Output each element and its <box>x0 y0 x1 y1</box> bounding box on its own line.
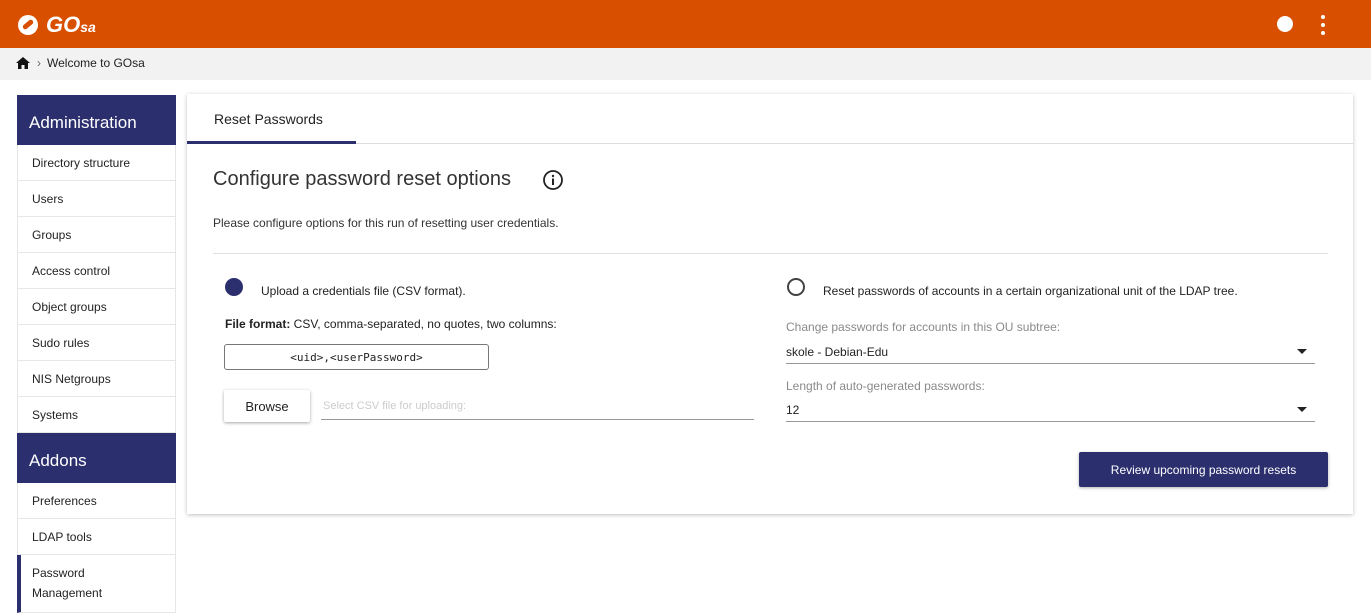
sidebar-heading-administration: Administration <box>17 95 176 145</box>
sidebar-item-sudo-rules[interactable]: Sudo rules <box>17 325 176 361</box>
info-icon[interactable] <box>542 169 564 191</box>
sidebar: Administration Directory structure Users… <box>17 95 176 613</box>
chevron-down-icon <box>1297 407 1307 412</box>
page-description: Please configure options for this run of… <box>213 216 559 230</box>
radio-upload-label[interactable]: Upload a credentials file (CSV format). <box>261 284 466 298</box>
top-bar: GO sa <box>0 0 1371 48</box>
browse-button[interactable]: Browse <box>224 390 310 422</box>
sidebar-item-users[interactable]: Users <box>17 181 176 217</box>
file-format-example: <uid>,<userPassword> <box>224 344 489 370</box>
sidebar-item-object-groups[interactable]: Object groups <box>17 289 176 325</box>
password-length-label: Length of auto-generated passwords: <box>786 379 985 393</box>
radio-reset-ou-label[interactable]: Reset passwords of accounts in a certain… <box>823 284 1238 298</box>
breadcrumb-current[interactable]: Welcome to GOsa <box>47 56 145 70</box>
chevron-down-icon <box>1297 349 1307 354</box>
file-format-text: CSV, comma-separated, no quotes, two col… <box>290 317 557 331</box>
ou-subtree-label: Change passwords for accounts in this OU… <box>786 320 1061 334</box>
app-logo[interactable]: GO sa <box>18 12 96 38</box>
home-icon[interactable] <box>16 57 30 69</box>
file-format-hint: File format: CSV, comma-separated, no qu… <box>225 317 557 331</box>
radio-upload-credentials[interactable] <box>225 278 243 296</box>
divider <box>213 253 1328 254</box>
sidebar-item-directory-structure[interactable]: Directory structure <box>17 145 176 181</box>
sidebar-heading-addons: Addons <box>17 433 176 483</box>
breadcrumb: › Welcome to GOsa <box>0 48 1371 80</box>
sidebar-item-label-line1: Password <box>32 566 85 580</box>
sidebar-item-nis-netgroups[interactable]: NIS Netgroups <box>17 361 176 397</box>
radio-reset-ou[interactable] <box>787 278 805 296</box>
csv-file-input[interactable]: Select CSV file for uploading: <box>321 394 754 420</box>
sidebar-item-access-control[interactable]: Access control <box>17 253 176 289</box>
main-card: Reset Passwords Configure password reset… <box>187 94 1353 514</box>
gosa-logo-icon <box>18 15 38 35</box>
sidebar-item-systems[interactable]: Systems <box>17 397 176 433</box>
logo-text-main: GO <box>46 12 81 37</box>
user-avatar-icon[interactable] <box>1277 16 1293 32</box>
review-resets-button[interactable]: Review upcoming password resets <box>1079 452 1328 487</box>
sidebar-item-groups[interactable]: Groups <box>17 217 176 253</box>
ou-subtree-value: skole - Debian-Edu <box>786 345 889 359</box>
password-length-value: 12 <box>786 403 800 417</box>
sidebar-item-ldap-tools[interactable]: LDAP tools <box>17 519 176 555</box>
tab-strip: Reset Passwords <box>187 94 1353 144</box>
password-length-select[interactable]: 12 <box>786 396 1315 422</box>
sidebar-item-password-management[interactable]: Password Management <box>17 555 176 613</box>
sidebar-item-preferences[interactable]: Preferences <box>17 483 176 519</box>
more-vertical-icon[interactable] <box>1317 15 1329 35</box>
breadcrumb-separator: › <box>37 56 41 70</box>
tab-reset-passwords[interactable]: Reset Passwords <box>187 94 356 144</box>
page-title: Configure password reset options <box>213 168 511 190</box>
logo-text-sub: sa <box>80 19 96 35</box>
ou-subtree-select[interactable]: skole - Debian-Edu <box>786 338 1315 364</box>
sidebar-item-label-line2: Management <box>32 586 103 600</box>
file-format-label: File format: <box>225 317 291 331</box>
